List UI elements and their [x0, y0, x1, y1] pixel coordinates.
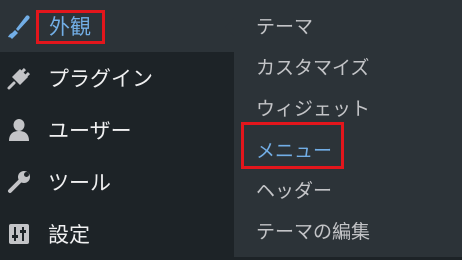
- submenu-item-header[interactable]: ヘッダー: [256, 176, 332, 203]
- sidebar-item-label: ユーザー: [48, 119, 132, 143]
- submenu-item-themes[interactable]: テーマ: [256, 12, 313, 39]
- sidebar-item-label: 設定: [48, 223, 90, 247]
- sidebar-item-users[interactable]: ユーザー: [0, 104, 234, 156]
- plugin-icon: [4, 63, 34, 93]
- settings-icon: [4, 219, 34, 249]
- submenu-item-theme-editor[interactable]: テーマの編集: [256, 217, 370, 244]
- sidebar-item-tools[interactable]: ツール: [0, 156, 234, 208]
- sidebar-item-appearance[interactable]: 外観: [0, 0, 234, 52]
- paintbrush-icon: [4, 11, 34, 41]
- sidebar-item-plugins[interactable]: プラグイン: [0, 52, 234, 104]
- sidebar-item-label: 外観: [49, 15, 91, 39]
- submenu-item-widgets[interactable]: ウィジェット: [256, 94, 370, 121]
- submenu-item-customize[interactable]: カスタマイズ: [256, 53, 369, 80]
- sidebar-item-settings[interactable]: 設定: [0, 208, 234, 260]
- admin-sidebar: 外観 プラグイン ユーザー ツール 設定: [0, 0, 234, 257]
- sidebar-item-label: プラグイン: [48, 67, 153, 91]
- submenu-pointer: [225, 18, 234, 36]
- submenu-item-menus[interactable]: メニュー: [256, 136, 332, 163]
- appearance-submenu: テーマ カスタマイズ ウィジェット メニュー ヘッダー テーマの編集: [234, 0, 462, 257]
- wrench-icon: [4, 167, 34, 197]
- sidebar-item-label: ツール: [48, 171, 111, 195]
- user-icon: [4, 115, 34, 145]
